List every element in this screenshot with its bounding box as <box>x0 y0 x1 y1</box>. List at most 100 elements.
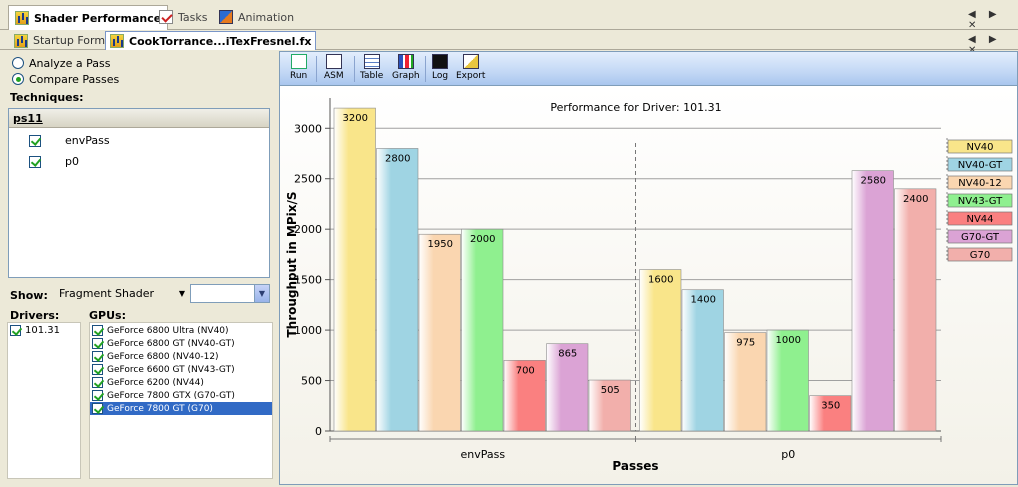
legend-label: NV40 <box>966 142 993 153</box>
gpu-label: GeForce 6600 GT (NV43-GT) <box>107 364 235 375</box>
category-label: p0 <box>781 448 795 461</box>
bar-nv43-gt <box>461 228 504 432</box>
button-label: Export <box>456 71 486 81</box>
gpu-item-selected[interactable]: GeForce 7800 GT (G70) <box>90 402 272 415</box>
y-tick-label: 0 <box>315 425 322 438</box>
run-icon <box>290 54 307 69</box>
tab-label: Shader Performance <box>34 11 162 25</box>
tab-shader-performance[interactable]: Shader Performance <box>8 5 169 30</box>
export-button[interactable]: Export <box>456 54 485 81</box>
drivers-label: Drivers: <box>10 309 60 322</box>
bar-nv40 <box>639 269 682 432</box>
radio-label: Analyze a Pass <box>29 56 111 70</box>
pass-item-envpass[interactable]: envPass <box>9 130 269 151</box>
file-tab-bar: Startup Form CookTorrance...iTexFresnel.… <box>0 30 1018 56</box>
chevron-down-icon[interactable]: ▼ <box>254 285 269 302</box>
legend-label: G70 <box>970 250 990 261</box>
driver-checkbox[interactable] <box>10 324 21 336</box>
gpu-checkbox[interactable] <box>92 403 103 414</box>
graph-icon <box>397 54 414 69</box>
tab-label: CookTorrance...iTexFresnel.fx <box>129 34 312 48</box>
toolbar: Run ASM Table Graph Log Export <box>280 52 1017 86</box>
bar-value-label: 350 <box>821 401 840 412</box>
pass-item-p0[interactable]: p0 <box>9 151 269 172</box>
filter-select[interactable]: ▼ <box>190 284 270 303</box>
bar-g70-gt <box>851 170 894 432</box>
y-tick-label: 3000 <box>294 122 322 135</box>
tab-startup-form[interactable]: Startup Form <box>10 31 109 50</box>
graph-button[interactable]: Graph <box>392 54 420 81</box>
driver-item[interactable]: 101.31 <box>8 323 80 337</box>
technique-header[interactable]: ps11 <box>9 109 269 128</box>
show-value: Fragment Shader <box>59 287 155 300</box>
log-button[interactable]: Log <box>432 54 448 81</box>
gpu-checkbox[interactable] <box>92 338 103 349</box>
bar-value-label: 505 <box>601 385 620 396</box>
analysis-options-panel: Analyze a Pass Compare Passes Techniques… <box>0 51 276 485</box>
chart-icon <box>14 33 28 48</box>
radio-button[interactable] <box>12 57 24 69</box>
chart-area: Performance for Driver: 101.31 0 500 1000 15… <box>280 87 1017 484</box>
table-icon <box>363 54 380 69</box>
tab-label: Tasks <box>178 10 208 24</box>
gpu-checkbox[interactable] <box>92 351 103 362</box>
bar-value-label: 2800 <box>385 153 410 164</box>
show-select[interactable]: Fragment Shader ▼ <box>55 284 189 303</box>
category-label: envPass <box>460 448 505 461</box>
gpu-checkbox[interactable] <box>92 325 103 336</box>
drivers-list[interactable]: 101.31 <box>7 322 81 479</box>
button-label: Graph <box>392 71 420 81</box>
techniques-tree[interactable]: ps11 envPass p0 <box>8 108 270 278</box>
gpu-item[interactable]: GeForce 6200 (NV44) <box>90 376 272 389</box>
gpu-item[interactable]: GeForce 6600 GT (NV43-GT) <box>90 363 272 376</box>
radio-analyze-pass[interactable]: Analyze a Pass <box>12 55 110 71</box>
performance-chart: Performance for Driver: 101.310500100015… <box>285 98 1013 473</box>
tab-label: Animation <box>238 10 295 24</box>
run-button[interactable]: Run <box>290 54 307 81</box>
pass-checkbox[interactable] <box>29 134 41 147</box>
legend-label: NV44 <box>966 214 993 225</box>
bar-value-label: 1600 <box>648 275 673 286</box>
bar-value-label: 2000 <box>470 234 495 245</box>
y-tick-label: 2500 <box>294 173 322 186</box>
gpu-item[interactable]: GeForce 6800 (NV40-12) <box>90 350 272 363</box>
tab-animation[interactable]: Animation <box>213 6 300 28</box>
bar-nv40 <box>333 107 376 432</box>
button-label: Run <box>290 71 308 81</box>
tab-nav-buttons[interactable]: ◀ ▶ ✕ <box>968 9 1018 31</box>
gpu-checkbox[interactable] <box>92 390 103 401</box>
gpu-label: GeForce 6800 (NV40-12) <box>107 351 219 362</box>
bar-nv40-gt <box>376 148 419 432</box>
bar-value-label: 1950 <box>428 239 453 250</box>
pass-checkbox[interactable] <box>29 155 41 168</box>
button-label: ASM <box>324 71 344 81</box>
bar-value-label: 865 <box>558 349 577 360</box>
asm-button[interactable]: ASM <box>324 54 344 81</box>
asm-icon <box>325 54 342 69</box>
gpu-checkbox[interactable] <box>92 377 103 388</box>
table-button[interactable]: Table <box>360 54 383 81</box>
radio-compare-passes[interactable]: Compare Passes <box>12 71 119 87</box>
animation-icon <box>219 10 233 24</box>
gpu-checkbox[interactable] <box>92 364 103 375</box>
pass-label: p0 <box>65 155 79 168</box>
y-axis-title: Throughput in MPix/S <box>285 191 299 337</box>
legend-label: NV40-GT <box>958 160 1003 171</box>
gpu-label: GeForce 7800 GT (G70) <box>107 403 213 414</box>
radio-button[interactable] <box>12 73 24 85</box>
gpu-item[interactable]: GeForce 6800 Ultra (NV40) <box>90 324 272 337</box>
gpus-list[interactable]: GeForce 6800 Ultra (NV40) GeForce 6800 G… <box>89 322 273 479</box>
tab-cooktorrance-file[interactable]: CookTorrance...iTexFresnel.fx <box>105 31 317 50</box>
bar-value-label: 2400 <box>903 194 928 205</box>
export-icon <box>462 54 479 69</box>
button-label: Log <box>432 71 449 81</box>
gpu-item[interactable]: GeForce 7800 GTX (G70-GT) <box>90 389 272 402</box>
driver-label: 101.31 <box>25 324 60 336</box>
pass-label: envPass <box>65 134 110 147</box>
gpu-item[interactable]: GeForce 6800 GT (NV40-GT) <box>90 337 272 350</box>
results-panel: Run ASM Table Graph Log Export Performan… <box>279 51 1018 485</box>
chevron-down-icon: ▼ <box>178 289 185 298</box>
document-tab-bar: Shader Performance Tasks Animation ◀ ▶ ✕ <box>0 0 1018 31</box>
gpu-label: GeForce 6200 (NV44) <box>107 377 204 388</box>
tab-tasks[interactable]: Tasks <box>153 6 213 28</box>
